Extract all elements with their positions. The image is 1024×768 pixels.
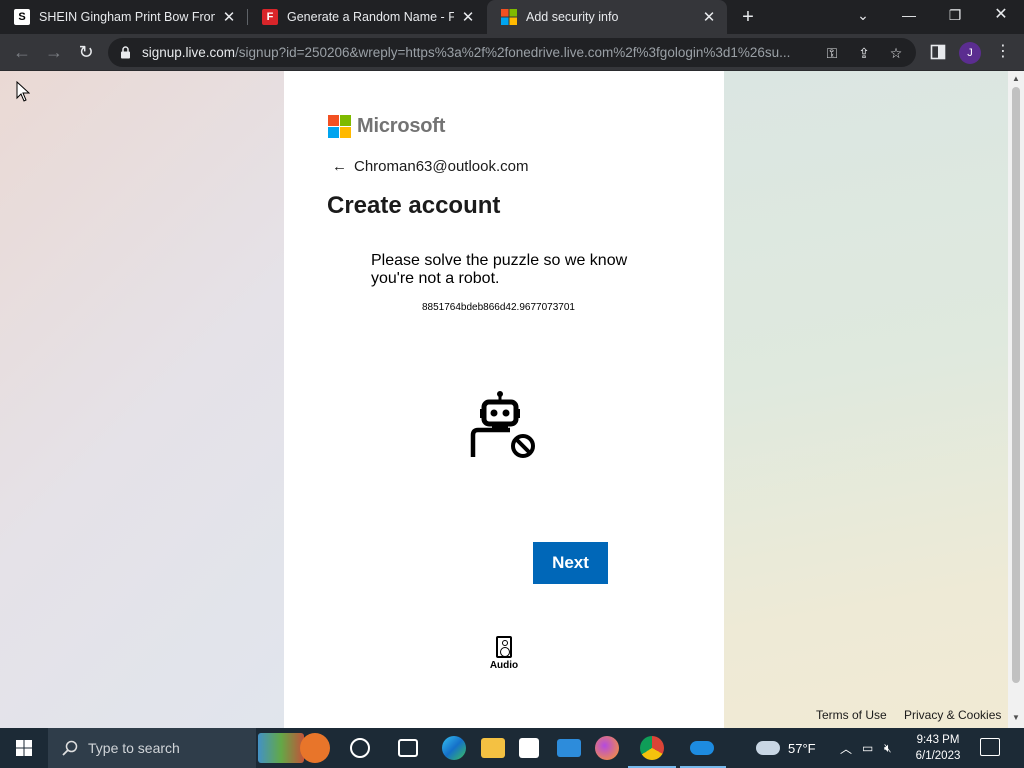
windows-taskbar: Type to search 57°F ︿ ▭ 🔇︎ 9:43 PM 6/1/2… [0, 728, 1024, 768]
next-button[interactable]: Next [533, 542, 608, 584]
browser-toolbar: ← → ↻ signup.live.com/signup?id=250206&w… [0, 34, 1024, 71]
lock-icon [120, 45, 132, 60]
clock-time: 9:43 PM [916, 734, 960, 746]
page-scrollbar[interactable]: ▲ ▼ [1008, 71, 1024, 728]
chrome-icon[interactable] [640, 736, 664, 760]
search-highlight-icon[interactable] [258, 733, 304, 763]
bookmark-star-icon[interactable]: ☆ [886, 43, 906, 63]
scrollbar-thumb[interactable] [1012, 87, 1020, 683]
url-path: /signup?id=250206&wreply=https%3a%2f%2fo… [235, 45, 791, 60]
clock-date: 6/1/2023 [915, 750, 961, 762]
background-decoration [724, 71, 1008, 728]
brand-name: Microsoft [357, 115, 446, 137]
fakename-favicon-icon: F [262, 9, 278, 25]
privacy-cookies-link[interactable]: Privacy & Cookies [904, 708, 1001, 722]
tab-shein[interactable]: S SHEIN Gingham Print Bow Front ✕ [0, 0, 247, 34]
scroll-up-icon[interactable]: ▲ [1008, 74, 1024, 83]
new-tab-button[interactable]: + [736, 4, 760, 30]
back-button[interactable]: ← [9, 39, 35, 65]
back-to-email-link[interactable]: ← Chroman63@outlook.com [332, 158, 528, 175]
windows-logo-icon [16, 740, 32, 756]
search-icon [62, 740, 78, 756]
tab-title: Add security info [526, 10, 619, 24]
file-explorer-icon[interactable] [481, 738, 505, 758]
reload-button[interactable]: ↻ [73, 39, 99, 65]
volume-muted-icon[interactable]: 🔇︎ [884, 728, 892, 768]
minimize-button[interactable]: — [886, 0, 932, 30]
system-clock[interactable]: 9:43 PM 6/1/2023 [908, 732, 968, 764]
tab-fake-name[interactable]: F Generate a Random Name - Fake ✕ [248, 0, 486, 34]
mail-icon[interactable] [557, 739, 581, 757]
back-arrow-icon: ← [332, 158, 347, 175]
close-tab-icon[interactable]: ✕ [701, 8, 717, 26]
audio-label: Audio [489, 660, 519, 671]
cortana-icon[interactable] [350, 738, 370, 758]
search-placeholder: Type to search [88, 740, 180, 756]
tab-strip: S SHEIN Gingham Print Bow Front ✕ F Gene… [0, 0, 1024, 34]
page-viewport: Microsoft ← Chroman63@outlook.com Create… [0, 71, 1008, 728]
cloud-icon [756, 741, 780, 755]
weather-widget[interactable]: 57°F [756, 728, 816, 768]
puzzle-session-id: 8851764bdeb866d42.9677073701 [422, 302, 575, 313]
menu-kebab-icon[interactable]: ⋮ [990, 39, 1016, 65]
account-email: Chroman63@outlook.com [354, 158, 529, 175]
scroll-down-icon[interactable]: ▼ [1008, 713, 1024, 722]
tab-title: Generate a Random Name - Fake [287, 10, 454, 24]
address-bar[interactable]: signup.live.com/signup?id=250206&wreply=… [108, 38, 916, 67]
edge-icon[interactable] [442, 736, 466, 760]
onedrive-icon[interactable] [690, 741, 714, 755]
microsoft-logo-icon [328, 115, 351, 138]
task-view-icon[interactable] [398, 739, 418, 757]
store-icon[interactable] [519, 738, 539, 758]
microsoft-logo: Microsoft [328, 115, 445, 138]
key-icon[interactable]: ⚿ [822, 43, 842, 63]
taskbar-search[interactable]: Type to search [48, 728, 256, 768]
show-hidden-icons-icon[interactable]: ︿ [840, 728, 852, 768]
profile-avatar[interactable]: J [959, 42, 981, 64]
notification-center-icon[interactable] [980, 738, 1000, 756]
audio-challenge-button[interactable]: Audio [488, 636, 520, 671]
url-host: signup.live.com [142, 45, 236, 60]
tab-title: SHEIN Gingham Print Bow Front [39, 10, 215, 24]
basketball-icon[interactable] [300, 733, 330, 763]
mouse-cursor-icon [16, 81, 30, 102]
page-title: Create account [327, 192, 501, 219]
forward-button[interactable]: → [41, 39, 67, 65]
signup-card: Microsoft ← Chroman63@outlook.com Create… [284, 71, 724, 728]
side-panel-icon[interactable] [925, 39, 951, 65]
network-icon[interactable]: ▭ [862, 728, 873, 768]
robot-blocked-icon [470, 391, 535, 458]
restore-button[interactable]: ❐ [932, 0, 978, 30]
tab-search-chevron-icon[interactable]: ⌄ [840, 0, 886, 30]
tab-add-security-info[interactable]: Add security info ✕ [487, 0, 727, 34]
terms-of-use-link[interactable]: Terms of Use [816, 708, 887, 722]
start-button[interactable] [0, 728, 48, 768]
puzzle-instruction: Please solve the puzzle so we know you'r… [371, 252, 628, 287]
close-tab-icon[interactable]: ✕ [221, 8, 237, 26]
shein-favicon-icon: S [14, 9, 30, 25]
weather-temp: 57°F [788, 740, 816, 756]
firefox-icon[interactable] [595, 736, 619, 760]
close-tab-icon[interactable]: ✕ [460, 8, 476, 26]
close-window-button[interactable]: ✕ [978, 0, 1024, 30]
share-icon[interactable]: ⇪ [854, 43, 874, 63]
speaker-icon [496, 636, 512, 658]
microsoft-favicon-icon [501, 9, 517, 25]
